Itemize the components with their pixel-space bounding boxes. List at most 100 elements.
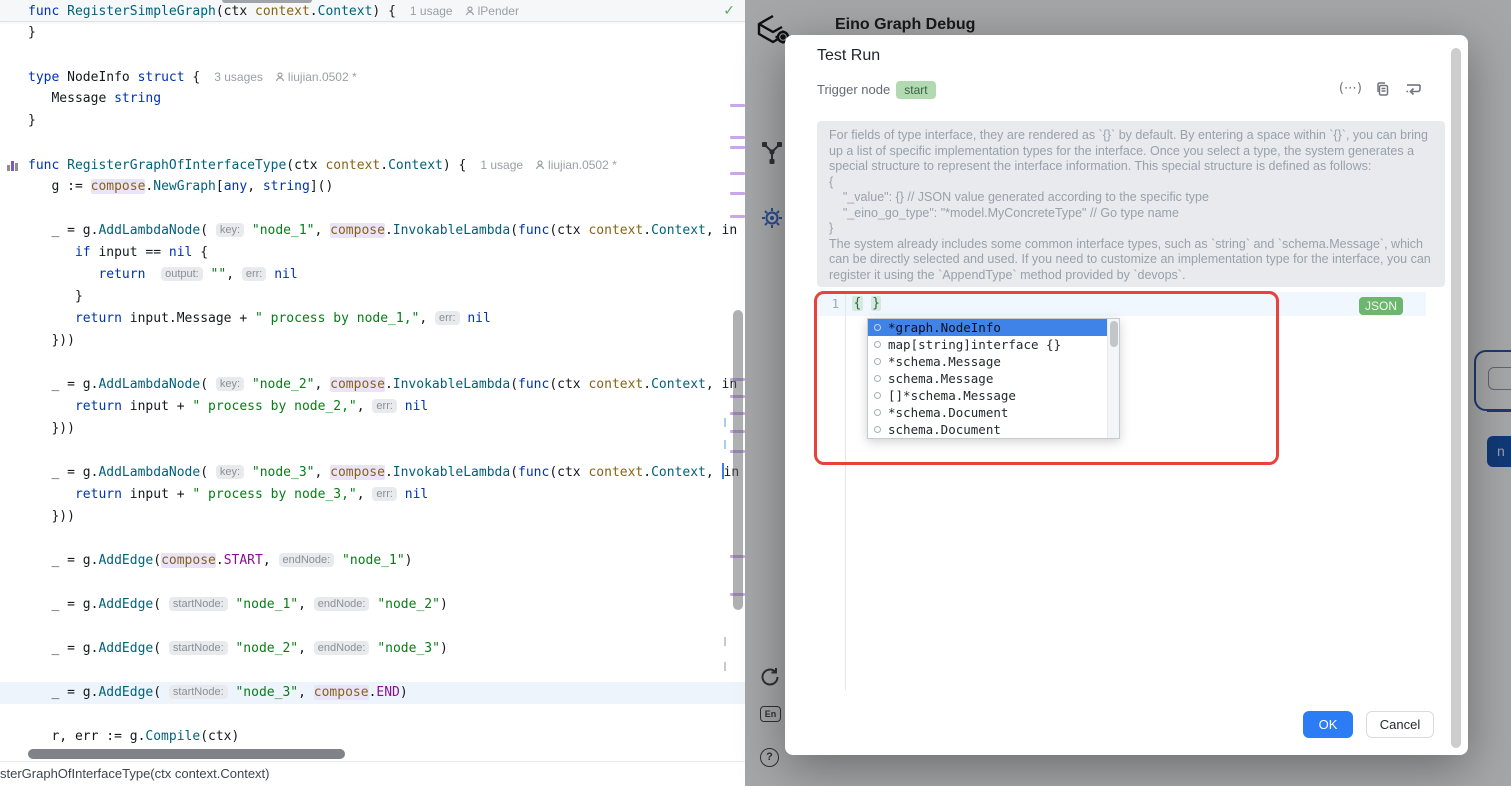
completion-item[interactable]: *schema.Document [868,404,1119,421]
code-token [397,399,405,414]
json-code-line[interactable]: { } [852,292,881,316]
code-token: return [75,311,122,326]
cancel-button[interactable]: Cancel [1366,711,1434,738]
ok-button[interactable]: OK [1303,711,1353,738]
code-line[interactable]: return input + " process by node_3,", er… [0,484,745,506]
completion-item[interactable]: schema.Document [868,421,1119,438]
code-token: Context [651,377,706,392]
code-line[interactable] [0,132,745,154]
code-token: _ = g. [28,377,98,392]
code-line[interactable]: return input + " process by node_2,", er… [0,396,745,418]
revert-icon[interactable] [1404,81,1422,97]
code-line[interactable] [0,572,745,594]
code-line[interactable] [0,660,745,682]
json-input-editor[interactable]: 1 { } JSON *graph.NodeInfomap[string]int… [817,292,1426,690]
analysis-tick [724,662,726,671]
copy-icon[interactable] [1375,81,1391,97]
code-token: 1 usage [410,4,453,18]
vertical-scrollbar[interactable] [733,310,743,610]
code-token: func [28,158,67,173]
code-token: })) [28,421,75,436]
code-line[interactable]: _ = g.AddEdge(compose.START, endNode: "n… [0,550,745,572]
code-token: AddEdge [98,685,153,700]
code-token: 1 usage [480,158,523,172]
code-token: r, err := g. [28,729,145,744]
code-token: ) [400,685,408,700]
current-code-line[interactable]: _ = g.AddEdge( startNode: "node_3", comp… [0,682,745,704]
completion-item[interactable]: *graph.NodeInfo [868,319,1119,336]
code-token [397,487,405,502]
code-token: , [298,641,314,656]
code-token: key: [216,465,244,479]
code-line[interactable] [0,528,745,550]
code-line[interactable]: return input.Message + " process by node… [0,308,745,330]
completion-item[interactable]: []*schema.Message [868,387,1119,404]
code-line[interactable]: } [0,22,745,44]
code-line[interactable] [0,440,745,462]
completion-item[interactable]: *schema.Message [868,353,1119,370]
code-line[interactable]: })) [0,330,745,352]
code-token: , [226,267,242,282]
code-token: ( [510,377,518,392]
completion-dropdown[interactable]: *graph.NodeInfomap[string]interface {}*s… [867,318,1120,439]
completion-item-label: *schema.Document [888,404,1008,421]
code-token: })) [28,509,75,524]
code-line[interactable]: g := compose.NewGraph[any, string]() [0,176,745,198]
code-line[interactable] [0,198,745,220]
dropdown-scrollbar-thumb[interactable] [1110,321,1118,347]
code-token: RegisterGraphOfInterfaceType [67,158,286,173]
sticky-code-line[interactable]: func RegisterSimpleGraph(ctx context.Con… [0,0,745,22]
code-token: . [643,465,651,480]
code-token: START [224,553,263,568]
code-line[interactable]: } [0,286,745,308]
analysis-tick [724,440,726,449]
code-editor[interactable]: func RegisterSimpleGraph(ctx context.Con… [0,0,745,786]
code-line[interactable]: })) [0,506,745,528]
code-token: "node_2" [377,597,440,612]
code-token: string [263,179,310,194]
code-token: ) { [443,158,466,173]
code-line[interactable]: })) [0,418,745,440]
code-line[interactable]: _ = g.AddEdge( startNode: "node_1", endN… [0,594,745,616]
analysis-tick [724,418,726,427]
code-area[interactable]: func RegisterSimpleGraph(ctx context.Con… [0,0,745,748]
code-line[interactable]: r, err := g.Compile(ctx) [0,726,745,748]
code-line[interactable]: func RegisterGraphOfInterfaceType(ctx co… [0,154,745,176]
code-line[interactable] [0,352,745,374]
code-line[interactable]: } [0,110,745,132]
code-line[interactable]: type NodeInfo struct {3 usagesliujian.05… [0,66,745,88]
code-token: " process by node_3," [192,487,356,502]
code-token: compose [91,179,146,194]
status-breadcrumb: sterGraphOfInterfaceType(ctx context.Con… [0,761,745,786]
code-token: . [385,377,393,392]
braces-icon[interactable]: (⋯) [1339,81,1362,97]
code-line[interactable]: return output: "", err: nil [0,264,745,286]
code-line[interactable]: _ = g.AddLambdaNode( key: "node_3", comp… [0,462,745,484]
inspections-ok-icon[interactable]: ✓ [723,0,735,22]
modal-scrollbar[interactable] [1451,48,1461,748]
code-line[interactable]: _ = g.AddLambdaNode( key: "node_1", comp… [0,220,745,242]
code-line[interactable] [0,616,745,638]
code-line[interactable]: if input == nil { [0,242,745,264]
horizontal-scrollbar[interactable] [28,749,345,759]
code-token: output: [161,267,203,281]
code-line[interactable] [0,44,745,66]
code-token: "node_1" [342,553,405,568]
app-window: func RegisterSimpleGraph(ctx context.Con… [0,0,1511,786]
code-token: err: [372,399,397,413]
code-token: "" [211,267,227,282]
code-line[interactable]: Message string [0,88,745,110]
code-token: } [28,113,36,128]
completion-item[interactable]: map[string]interface {} [868,336,1119,353]
code-token: context [588,465,643,480]
code-line[interactable]: _ = g.AddEdge( startNode: "node_2", endN… [0,638,745,660]
type-kind-icon [874,426,881,433]
code-token: ) [440,597,448,612]
code-token: g := [28,179,91,194]
completion-item[interactable]: schema.Message [868,370,1119,387]
code-line[interactable]: _ = g.AddLambdaNode( key: "node_2", comp… [0,374,745,396]
code-line[interactable] [0,704,745,726]
code-token: compose [330,465,385,480]
open-brace: { [852,296,863,311]
code-token: Context [651,465,706,480]
